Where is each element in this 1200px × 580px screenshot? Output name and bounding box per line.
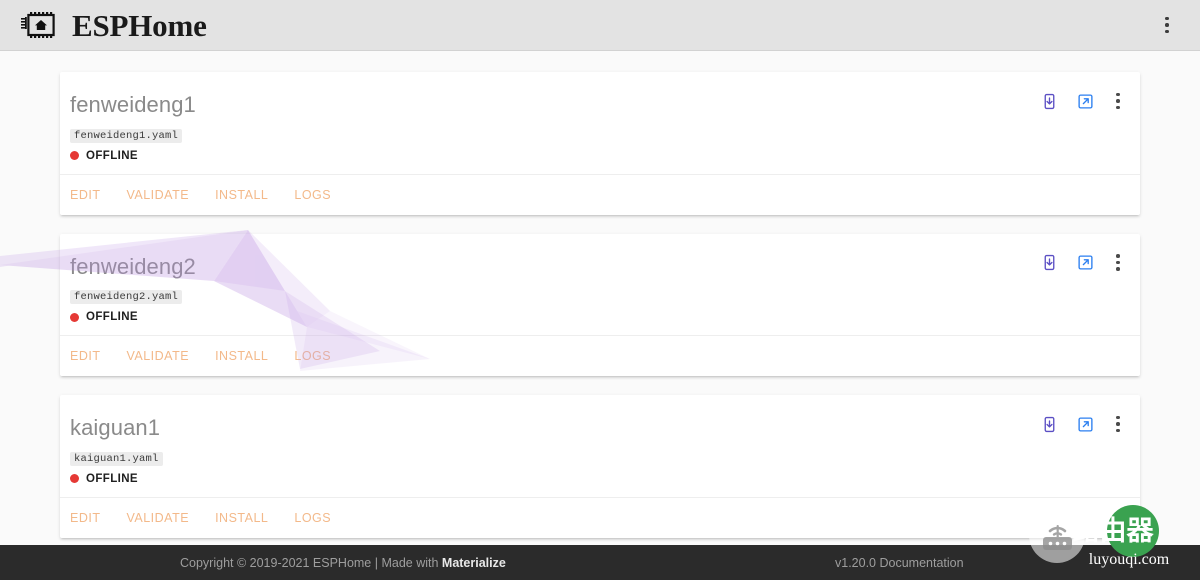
footer-materialize-link[interactable]: Materialize (442, 556, 506, 570)
status-indicator-dot (70, 312, 79, 322)
kebab-dot (1116, 422, 1120, 426)
device-card-actions: EDIT VALIDATE INSTALL LOGS (60, 335, 1140, 376)
validate-button[interactable]: VALIDATE (126, 511, 189, 525)
edit-button[interactable]: EDIT (70, 349, 100, 363)
device-card-content: kaiguan1 kaiguan1.yaml OFFLINE (60, 395, 1140, 497)
device-card: fenweideng1 fenweideng1.yaml OFFLINE EDI… (60, 72, 1140, 215)
device-card-icon-group (1036, 411, 1128, 437)
logs-button[interactable]: LOGS (294, 511, 331, 525)
device-config-filename: kaiguan1.yaml (70, 451, 163, 466)
device-name: fenweideng1 (70, 92, 196, 117)
device-kebab-menu-icon[interactable] (1108, 411, 1128, 437)
kebab-dot (1116, 428, 1120, 433)
open-in-new-icon[interactable] (1072, 88, 1098, 114)
install-button[interactable]: INSTALL (215, 349, 268, 363)
kebab-dot (1116, 254, 1120, 258)
device-card: kaiguan1 kaiguan1.yaml OFFLINE EDIT VALI… (60, 395, 1140, 538)
validate-button[interactable]: VALIDATE (126, 349, 189, 363)
main-content: fenweideng1 fenweideng1.yaml OFFLINE EDI… (0, 51, 1200, 545)
kebab-dot (1165, 16, 1169, 21)
device-status-row: OFFLINE (70, 311, 1118, 323)
edit-button[interactable]: EDIT (70, 511, 100, 525)
install-to-device-icon[interactable] (1036, 250, 1062, 276)
footer-copyright: Copyright © 2019-2021 ESPHome | Made wit… (180, 556, 506, 570)
kebab-dot (1116, 415, 1120, 420)
status-indicator-dot (70, 151, 79, 160)
device-config-filename: fenweideng2.yaml (70, 290, 183, 304)
kebab-dot (1116, 260, 1120, 265)
kebab-dot (1116, 92, 1120, 97)
status-badge: OFFLINE (86, 472, 138, 485)
device-card-actions: EDIT VALIDATE INSTALL LOGS (60, 173, 1140, 215)
device-card: fenweideng2 fenweideng2.yaml OFFLINE EDI… (60, 233, 1140, 376)
device-card-icon-group (1036, 88, 1128, 114)
device-card-icon-group (1036, 250, 1128, 276)
device-name: fenweideng2 (70, 253, 196, 279)
kebab-dot (1116, 267, 1120, 271)
esphome-chip-house-icon (20, 9, 60, 41)
footer-inner: Copyright © 2019-2021 ESPHome | Made wit… (60, 545, 1140, 580)
install-button[interactable]: INSTALL (215, 188, 268, 202)
footer-documentation-link[interactable]: v1.20.0 Documentation (835, 556, 964, 570)
kebab-dot (1116, 105, 1120, 110)
install-to-device-icon[interactable] (1036, 411, 1062, 437)
status-badge: OFFLINE (86, 311, 138, 323)
device-config-filename: fenweideng1.yaml (70, 128, 183, 143)
install-button[interactable]: INSTALL (215, 511, 268, 525)
navbar-kebab-menu-icon[interactable] (1152, 8, 1182, 42)
device-card-actions: EDIT VALIDATE INSTALL LOGS (60, 496, 1140, 538)
device-kebab-menu-icon[interactable] (1108, 250, 1128, 276)
device-status-row: OFFLINE (70, 150, 1118, 162)
open-in-new-icon[interactable] (1072, 250, 1098, 276)
device-card-content: fenweideng1 fenweideng1.yaml OFFLINE (60, 72, 1140, 174)
logs-button[interactable]: LOGS (294, 188, 331, 202)
validate-button[interactable]: VALIDATE (126, 188, 189, 202)
kebab-dot (1165, 29, 1169, 34)
device-card-list: fenweideng1 fenweideng1.yaml OFFLINE EDI… (60, 72, 1140, 538)
device-status-row: OFFLINE (70, 473, 1118, 485)
brand-home-link[interactable]: ESPHome (20, 9, 207, 41)
device-card-content: fenweideng2 fenweideng2.yaml OFFLINE (60, 234, 1140, 336)
top-navbar: ESPHome (0, 0, 1200, 51)
status-badge: OFFLINE (86, 149, 138, 162)
open-in-new-icon[interactable] (1072, 411, 1098, 437)
install-to-device-icon[interactable] (1036, 88, 1062, 114)
brand-title: ESPHome (72, 7, 207, 43)
footer-copyright-text: Copyright © 2019-2021 ESPHome | Made wit… (180, 555, 442, 570)
kebab-dot (1165, 23, 1169, 27)
status-indicator-dot (70, 474, 79, 483)
kebab-dot (1116, 99, 1120, 103)
device-name: kaiguan1 (70, 415, 161, 440)
logs-button[interactable]: LOGS (294, 349, 331, 363)
device-kebab-menu-icon[interactable] (1108, 88, 1128, 114)
edit-button[interactable]: EDIT (70, 188, 100, 202)
page-footer: Copyright © 2019-2021 ESPHome | Made wit… (0, 545, 1200, 580)
